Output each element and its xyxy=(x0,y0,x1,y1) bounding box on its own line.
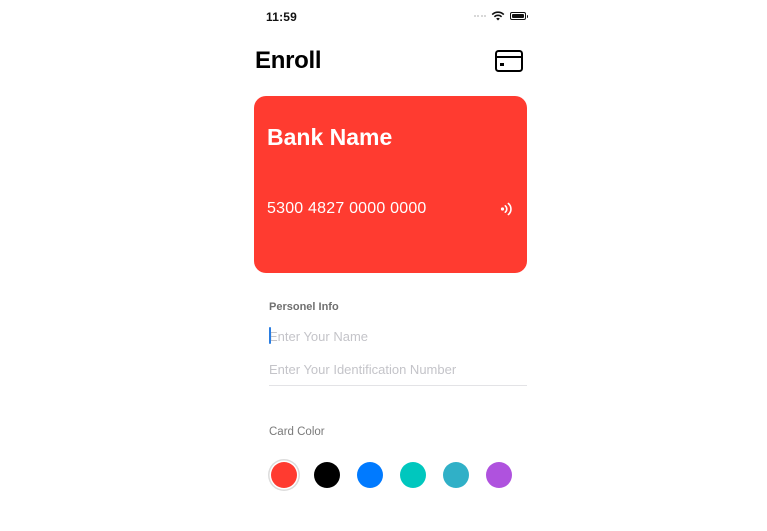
color-swatch-purple[interactable] xyxy=(486,462,512,488)
color-swatch-list xyxy=(271,462,512,488)
battery-icon xyxy=(510,12,528,20)
enroll-screen: 11:59 Enroll Bank Name 5300 4827 0000 00… xyxy=(254,0,528,531)
status-time: 11:59 xyxy=(266,10,298,24)
color-swatch-teal[interactable] xyxy=(400,462,426,488)
wifi-icon xyxy=(491,11,505,21)
color-swatch-blue[interactable] xyxy=(357,462,383,488)
card-preview: Bank Name 5300 4827 0000 0000 xyxy=(254,96,527,273)
field-divider xyxy=(269,385,527,386)
bank-name: Bank Name xyxy=(267,124,393,150)
color-swatch-red[interactable] xyxy=(271,462,297,488)
identification-number-input[interactable] xyxy=(269,357,527,381)
contactless-icon xyxy=(500,202,512,216)
card-color-label: Card Color xyxy=(269,426,325,438)
credit-card-icon[interactable] xyxy=(495,50,523,72)
card-number: 5300 4827 0000 0000 xyxy=(267,200,427,217)
name-input[interactable] xyxy=(269,324,527,348)
signal-icon xyxy=(473,15,486,17)
page-title: Enroll xyxy=(255,47,322,74)
text-cursor xyxy=(269,327,271,344)
status-icons xyxy=(473,11,528,21)
color-swatch-cyan[interactable] xyxy=(443,462,469,488)
personal-info-label: Personel Info xyxy=(269,301,339,313)
color-swatch-black[interactable] xyxy=(314,462,340,488)
